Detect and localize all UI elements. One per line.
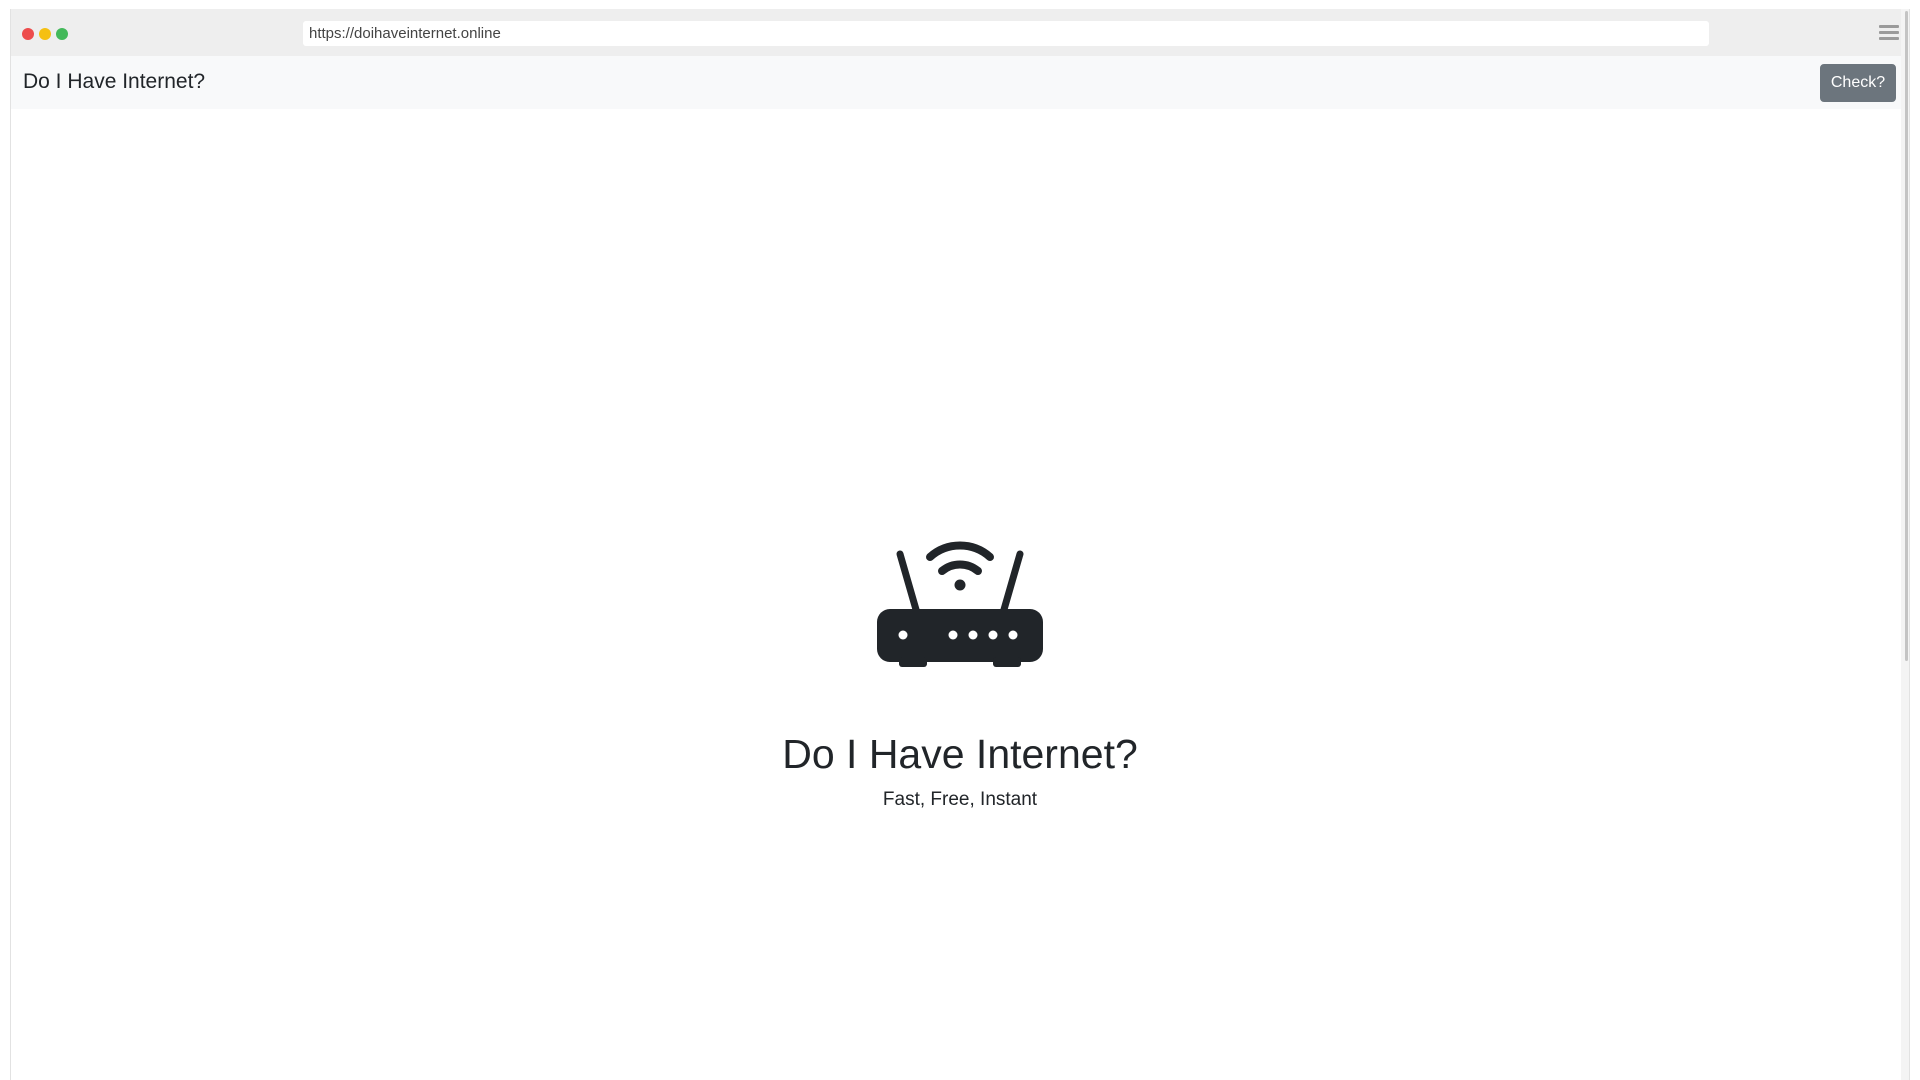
- navbar-brand[interactable]: Do I Have Internet?: [23, 70, 205, 94]
- hero-section: Do I Have Internet? Fast, Free, Instant: [11, 539, 1909, 811]
- page-scrollbar[interactable]: [1901, 9, 1909, 1080]
- browser-window: Do I Have Internet? Check? Do I Have Int…: [10, 9, 1910, 1080]
- close-window-button[interactable]: [22, 28, 34, 40]
- wifi-router-icon: [877, 541, 1043, 667]
- window-controls: [22, 28, 68, 40]
- site-navbar: Do I Have Internet? Check?: [11, 56, 1909, 109]
- browser-toolbar: [11, 9, 1909, 56]
- hero-title: Do I Have Internet?: [782, 731, 1138, 777]
- check-button[interactable]: Check?: [1820, 64, 1896, 102]
- minimize-window-button[interactable]: [39, 28, 51, 40]
- maximize-window-button[interactable]: [56, 28, 68, 40]
- hamburger-menu-icon[interactable]: [1879, 25, 1899, 41]
- address-bar[interactable]: [303, 21, 1709, 46]
- hero-subtitle: Fast, Free, Instant: [882, 789, 1038, 811]
- scrollbar-thumb[interactable]: [1905, 11, 1908, 661]
